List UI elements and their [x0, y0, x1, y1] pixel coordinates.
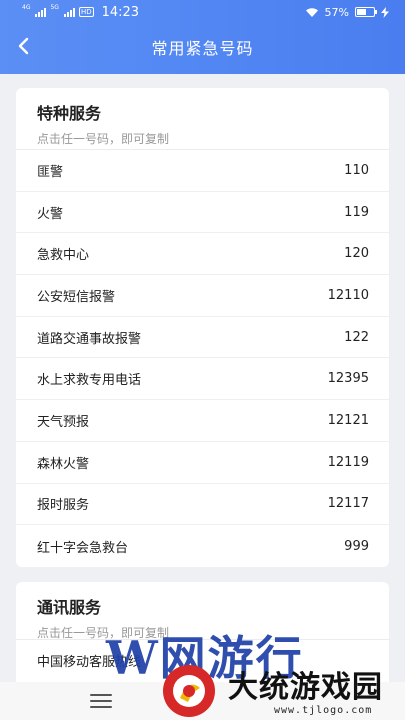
menu-icon[interactable]	[90, 694, 112, 708]
phone-number: 119	[344, 204, 369, 220]
section-header: 通讯服务 点击任一号码，即可复制	[16, 582, 389, 640]
section-header: 特种服务 点击任一号码，即可复制	[16, 88, 389, 150]
section-title: 特种服务	[37, 104, 102, 123]
number-row[interactable]: 报时服务 12117	[16, 484, 389, 526]
battery-percent: 57%	[324, 5, 349, 19]
service-name: 森林火警	[37, 456, 90, 472]
number-row[interactable]: 森林火警 12119	[16, 442, 389, 484]
service-name: 道路交通事故报警	[37, 331, 142, 347]
page-title: 常用紧急号码	[151, 39, 254, 58]
number-row[interactable]: 火警 119	[16, 192, 389, 234]
service-name: 火警	[37, 206, 64, 222]
phone-number: 12121	[327, 412, 369, 428]
network-4g-label: 4G	[22, 3, 31, 11]
service-name: 红十字会急救台	[37, 540, 129, 556]
section-subtitle: 点击任一号码，即可复制	[37, 132, 170, 146]
status-left: 4G 5G HD 14:23	[22, 3, 140, 20]
number-row[interactable]: 急救中心 120	[16, 233, 389, 276]
section-card-telecom-services: 通讯服务 点击任一号码，即可复制 中国移动客服热线	[16, 582, 389, 682]
battery-icon	[355, 7, 377, 17]
service-name: 匪警	[37, 164, 64, 180]
number-list: 匪警 110 火警 119 急救中心 120 公安短信报警 12110 道路交通事故报警…	[16, 150, 389, 567]
number-row[interactable]: 天气预报 12121	[16, 400, 389, 442]
phone-number: 12119	[327, 454, 369, 470]
status-bar: 4G 5G HD 14:23 57%	[0, 0, 405, 24]
number-row[interactable]: 水上求救专用电话 12395	[16, 358, 389, 401]
phone-number: 12110	[327, 287, 369, 303]
number-row[interactable]: 红十字会急救台 999	[16, 525, 389, 567]
service-name: 公安短信报警	[37, 289, 116, 305]
network-5g-label: 5G	[50, 3, 59, 11]
charging-icon	[381, 6, 389, 18]
phone-number: 999	[344, 538, 369, 554]
service-name: 天气预报	[37, 414, 90, 430]
phone-number: 122	[344, 329, 369, 345]
signal-icon	[35, 7, 47, 17]
number-row[interactable]: 匪警 110	[16, 150, 389, 192]
section-subtitle: 点击任一号码，即可复制	[37, 626, 170, 640]
signal-icon	[63, 7, 75, 17]
number-row[interactable]: 公安短信报警 12110	[16, 275, 389, 317]
system-navigation-bar	[0, 682, 405, 720]
hd-badge: HD	[78, 7, 94, 17]
phone-number: 12117	[327, 496, 369, 512]
status-right: 57%	[305, 6, 389, 19]
number-row[interactable]: 中国移动客服热线	[16, 640, 389, 682]
wifi-icon	[305, 7, 318, 17]
service-name: 水上求救专用电话	[37, 373, 142, 389]
phone-number: 110	[344, 162, 369, 178]
navigation-bar: 常用紧急号码	[0, 24, 405, 70]
phone-number: 120	[344, 246, 369, 262]
section-card-special-services: 特种服务 点击任一号码，即可复制 匪警 110 火警 119 急救中心 120 公安短…	[16, 88, 389, 567]
number-row[interactable]: 道路交通事故报警 122	[16, 317, 389, 359]
service-name: 中国移动客服热线	[37, 655, 142, 671]
phone-number: 12395	[327, 371, 369, 387]
service-name: 报时服务	[37, 498, 90, 514]
header: 4G 5G HD 14:23 57% 常用紧急号码	[0, 0, 405, 74]
clock: 14:23	[101, 4, 140, 20]
service-name: 急救中心	[37, 248, 90, 264]
back-arrow-icon[interactable]	[14, 36, 34, 56]
section-title: 通讯服务	[37, 598, 102, 617]
